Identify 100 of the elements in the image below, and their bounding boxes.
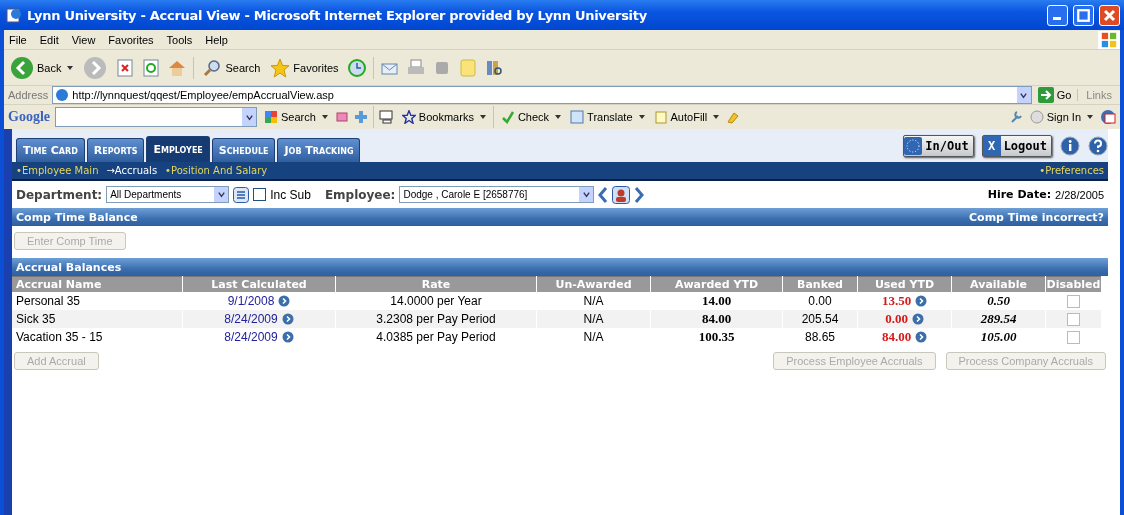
inc-sub-label: Inc Sub — [270, 187, 311, 202]
translate-button[interactable]: Translate — [568, 110, 647, 124]
url-text: http://lynnquest/qqest/Employee/empAccrualView.asp — [72, 89, 334, 101]
maximize-button[interactable] — [1073, 4, 1094, 26]
column-header: Banked — [783, 276, 857, 292]
subnav-link[interactable]: •Position And Salary — [165, 165, 268, 176]
table-cell-text: 14.00 — [700, 292, 733, 310]
info-icon[interactable] — [1060, 135, 1080, 156]
table-cell: 289.54 — [952, 310, 1045, 328]
table-cell: 205.54 — [783, 310, 857, 328]
list-icon[interactable] — [233, 186, 250, 203]
table-cell-text: 14.0000 per Year — [389, 293, 483, 310]
preferences-link[interactable]: •Preferences — [1039, 165, 1104, 176]
favorites-button[interactable]: Favorites — [268, 57, 341, 78]
menu-item[interactable]: File — [9, 33, 27, 46]
menu-item[interactable]: Edit — [39, 33, 59, 46]
page-icon — [55, 88, 70, 102]
column-header: Awarded YTD — [651, 276, 782, 292]
column-header: Accrual Name — [12, 276, 182, 292]
menu-item[interactable]: Help — [205, 33, 228, 46]
history-icon[interactable] — [346, 57, 367, 78]
close-icon — [1102, 7, 1117, 23]
plus-icon[interactable] — [353, 110, 368, 124]
date-link[interactable]: 8/24/2009 — [224, 330, 278, 344]
employee-select[interactable]: Dodge , Carole E [2658776] — [399, 186, 595, 203]
tiles-icon — [264, 110, 278, 124]
address-label: Address — [8, 89, 49, 101]
subnav-link[interactable]: •Employee Main — [16, 165, 99, 176]
column-header: Used YTD — [858, 276, 951, 292]
stop-icon[interactable] — [115, 57, 136, 78]
tab[interactable]: Employee — [146, 136, 210, 162]
department-label: Department: — [16, 187, 103, 202]
minimize-icon — [1053, 16, 1061, 20]
menu-item[interactable]: Favorites — [108, 33, 154, 46]
comp-time-incorrect-link[interactable]: Comp Time incorrect? — [969, 210, 1104, 224]
caret-icon — [713, 115, 720, 119]
help-icon[interactable] — [1088, 135, 1108, 156]
table-cell-text: N/A — [582, 293, 605, 310]
table-cell-text: Personal 35 — [15, 293, 82, 310]
table-cell-text: 88.65 — [804, 329, 836, 346]
inc-sub-checkbox[interactable] — [253, 188, 267, 201]
table-cell: Sick 35 — [12, 310, 182, 328]
check-button[interactable]: Check — [498, 110, 564, 124]
tab[interactable]: Time Card — [16, 138, 85, 162]
circle-icon — [1029, 110, 1044, 124]
in-out-button[interactable]: In/Out — [903, 134, 974, 157]
table-cell-text: 4.0385 per Pay Period — [375, 329, 497, 346]
google-search-button[interactable]: Search — [262, 110, 330, 124]
column-header: Last Calculated — [183, 276, 335, 292]
column-header: Rate — [336, 276, 536, 292]
caret-icon — [638, 115, 645, 119]
menu-item[interactable]: View — [71, 33, 96, 46]
star-icon — [270, 57, 291, 78]
square-icon — [570, 110, 585, 124]
table-cell-text: N/A — [582, 329, 605, 346]
caret-icon — [479, 115, 486, 119]
autofill-button[interactable]: AutoFill — [651, 110, 722, 124]
go-button[interactable]: Go — [1035, 87, 1074, 103]
column-header: Available — [952, 276, 1045, 292]
used-ytd-link[interactable]: 84.00 — [881, 329, 912, 345]
used-ytd-link[interactable]: 13.50 — [881, 293, 912, 309]
search-icon — [202, 57, 223, 78]
back-button[interactable]: Back — [8, 55, 76, 80]
search-button[interactable]: Search — [200, 57, 263, 78]
maximize-icon — [1076, 7, 1091, 23]
tab[interactable]: Reports — [86, 138, 145, 162]
address-field[interactable]: http://lynnquest/qqest/Employee/empAccrualView.asp — [52, 86, 1032, 104]
minimize-button[interactable] — [1047, 4, 1068, 26]
close-button[interactable] — [1099, 4, 1120, 26]
bookmarks-button[interactable]: Bookmarks — [399, 110, 488, 124]
section-title: Accrual Balances — [16, 260, 122, 274]
logout-button[interactable]: X Logout — [981, 134, 1052, 157]
column-header: Un-Awarded — [537, 276, 650, 292]
clock-icon — [904, 136, 923, 155]
refresh-icon[interactable] — [141, 57, 162, 78]
google-search-field[interactable] — [55, 107, 257, 127]
employee-label: Employee: — [324, 187, 396, 202]
table-cell: 84.00 — [651, 310, 782, 328]
table-cell-text: 0.50 — [986, 292, 1011, 310]
screen-icon[interactable] — [378, 109, 395, 125]
table-cell-text: 105.00 — [979, 328, 1018, 346]
sign-in-button[interactable]: Sign In — [1027, 110, 1095, 124]
subnav-link[interactable]: →Accruals — [106, 165, 158, 176]
check-icon — [500, 110, 515, 124]
menu-item[interactable]: Tools — [166, 33, 193, 46]
section-title: Comp Time Balance — [16, 210, 138, 224]
windows-logo — [1098, 30, 1120, 49]
popup-icon[interactable] — [334, 110, 349, 124]
caret-icon — [67, 65, 74, 70]
tab[interactable]: Schedule — [211, 138, 276, 162]
star-icon — [401, 110, 416, 124]
column-header: Disabled — [1046, 276, 1101, 292]
note-icon — [653, 110, 668, 124]
page-icon — [6, 7, 22, 23]
department-select[interactable]: All Departments — [106, 186, 230, 203]
table-cell-text: Vacation 35 - 15 — [15, 329, 104, 346]
person-icon[interactable] — [612, 185, 631, 204]
pdf-icon[interactable] — [1100, 109, 1116, 125]
tab[interactable]: Job Tracking — [277, 138, 361, 162]
date-link[interactable]: 9/1/2008 — [227, 294, 275, 308]
